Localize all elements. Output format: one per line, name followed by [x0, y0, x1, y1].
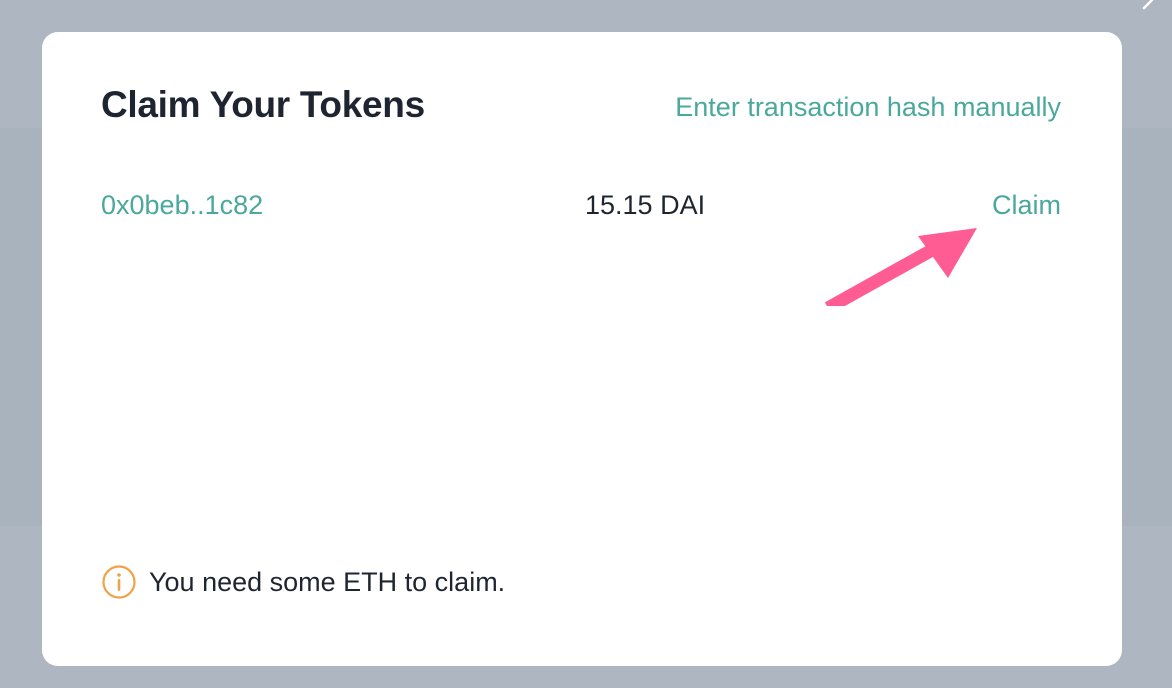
modal-title: Claim Your Tokens — [101, 84, 425, 125]
claim-amount: 15.15 DAI — [585, 190, 706, 220]
eth-required-notice: You need some ETH to claim. — [101, 564, 505, 600]
transaction-hash-link[interactable]: 0x0beb..1c82 — [101, 190, 263, 221]
claim-tokens-modal: Claim Your Tokens Enter transaction hash… — [42, 32, 1122, 666]
info-icon — [102, 565, 136, 599]
claim-button[interactable]: Claim — [992, 190, 1061, 221]
close-chevron-icon[interactable] — [1140, 0, 1158, 12]
notice-text: You need some ETH to claim. — [149, 566, 506, 597]
annotation-arrow-icon — [824, 228, 977, 306]
enter-hash-manually-link[interactable]: Enter transaction hash manually — [675, 92, 1061, 123]
